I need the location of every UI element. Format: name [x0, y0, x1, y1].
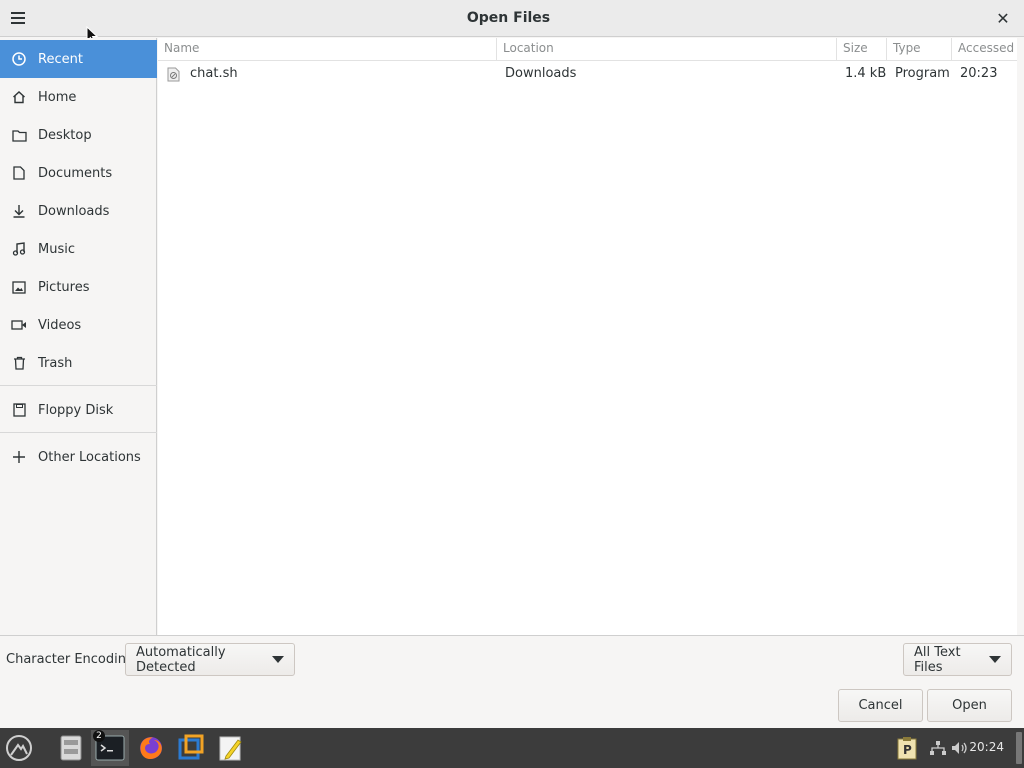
sidebar-item-music[interactable]: Music: [0, 230, 157, 268]
terminal-icon[interactable]: 2: [91, 730, 129, 766]
column-header-type[interactable]: Type: [887, 38, 952, 61]
sidebar-item-home[interactable]: Home: [0, 78, 157, 116]
floppy-icon: [0, 403, 38, 417]
plus-icon: [0, 450, 38, 464]
download-icon: [0, 204, 38, 218]
sidebar-item-label: Desktop: [38, 127, 92, 143]
titlebar: Open Files ✕: [0, 0, 1024, 37]
sidebar-item-label: Music: [38, 241, 75, 257]
taskbar: 2 P 20:24: [0, 728, 1024, 768]
sidebar-item-label: Videos: [38, 317, 82, 333]
column-header-accessed[interactable]: Accessed: [952, 38, 1017, 61]
encoding-value: Automatically Detected: [136, 644, 226, 675]
file-name: chat.sh: [190, 66, 238, 81]
scrollbar[interactable]: [1017, 38, 1024, 635]
show-desktop-button[interactable]: [1016, 732, 1022, 764]
document-icon: [0, 166, 38, 180]
dropdown-arrow-icon: [272, 656, 284, 663]
file-row[interactable]: chat.sh Downloads 1.4 kB Program 20:23: [158, 62, 1017, 86]
cancel-button[interactable]: Cancel: [838, 689, 923, 722]
svg-text:P: P: [903, 743, 912, 757]
video-icon: [0, 319, 38, 331]
sidebar-item-trash[interactable]: Trash: [0, 344, 157, 382]
dropdown-arrow-icon: [989, 656, 1001, 663]
open-files-dialog: Open Files ✕ Recent Home Desktop Documen…: [0, 0, 1024, 728]
dialog-footer: Character Encoding: Automatically Detect…: [0, 635, 1024, 728]
sidebar-item-label: Floppy Disk: [38, 402, 114, 418]
sidebar-item-label: Home: [38, 89, 77, 105]
open-button[interactable]: Open: [927, 689, 1012, 722]
sidebar-item-videos[interactable]: Videos: [0, 306, 157, 344]
sidebar-item-label: Downloads: [38, 203, 110, 219]
sidebar-item-label: Other Locations: [38, 449, 141, 465]
script-file-icon: [167, 67, 180, 82]
sidebar-item-label: Documents: [38, 165, 113, 181]
firefox-icon[interactable]: [132, 730, 170, 766]
sidebar-item-recent[interactable]: Recent: [0, 40, 157, 78]
sidebar-separator: [0, 385, 157, 386]
home-icon: [0, 90, 38, 104]
sidebar-item-floppy-disk[interactable]: Floppy Disk: [0, 391, 157, 429]
sidebar-item-downloads[interactable]: Downloads: [0, 192, 157, 230]
music-icon: [0, 242, 38, 256]
sidebar-item-other-locations[interactable]: Other Locations: [0, 438, 157, 476]
folder-icon: [0, 129, 38, 142]
picture-icon: [0, 280, 38, 294]
virtualbox-icon[interactable]: [172, 730, 210, 766]
trash-icon: [0, 356, 38, 370]
terminal-count-badge: 2: [93, 730, 105, 742]
sidebar-separator: [0, 432, 157, 433]
places-sidebar: Recent Home Desktop Documents Downloads …: [0, 38, 157, 635]
file-location: Downloads: [505, 66, 577, 81]
sidebar-item-label: Trash: [38, 355, 73, 371]
file-type: Program: [895, 66, 950, 81]
encoding-label: Character Encoding:: [6, 652, 139, 667]
column-header-size[interactable]: Size: [837, 38, 887, 61]
text-editor-icon[interactable]: [212, 730, 250, 766]
sidebar-item-desktop[interactable]: Desktop: [0, 116, 157, 154]
encoding-dropdown[interactable]: Automatically Detected: [125, 643, 295, 676]
file-manager-icon[interactable]: [52, 730, 90, 766]
clock-icon: [0, 52, 38, 66]
file-list-header: Name Location Size Type Accessed: [158, 38, 1017, 61]
sidebar-item-documents[interactable]: Documents: [0, 154, 157, 192]
file-size: 1.4 kB: [845, 66, 887, 81]
column-header-location[interactable]: Location: [497, 38, 837, 61]
file-list: Name Location Size Type Accessed chat.sh…: [158, 38, 1017, 635]
start-menu-icon[interactable]: [0, 730, 38, 766]
clipboard-tray-icon[interactable]: P: [890, 730, 924, 766]
filter-value: All Text Files: [914, 644, 961, 675]
sidebar-item-label: Recent: [38, 51, 83, 67]
column-header-name[interactable]: Name: [158, 38, 497, 61]
volume-icon[interactable]: [948, 730, 972, 766]
sidebar-item-pictures[interactable]: Pictures: [0, 268, 157, 306]
file-filter-dropdown[interactable]: All Text Files: [903, 643, 1012, 676]
file-accessed: 20:23: [960, 66, 998, 81]
sidebar-item-label: Pictures: [38, 279, 90, 295]
dialog-title: Open Files: [466, 10, 551, 26]
close-icon[interactable]: ✕: [992, 7, 1014, 29]
clock[interactable]: 20:24: [969, 740, 1004, 754]
